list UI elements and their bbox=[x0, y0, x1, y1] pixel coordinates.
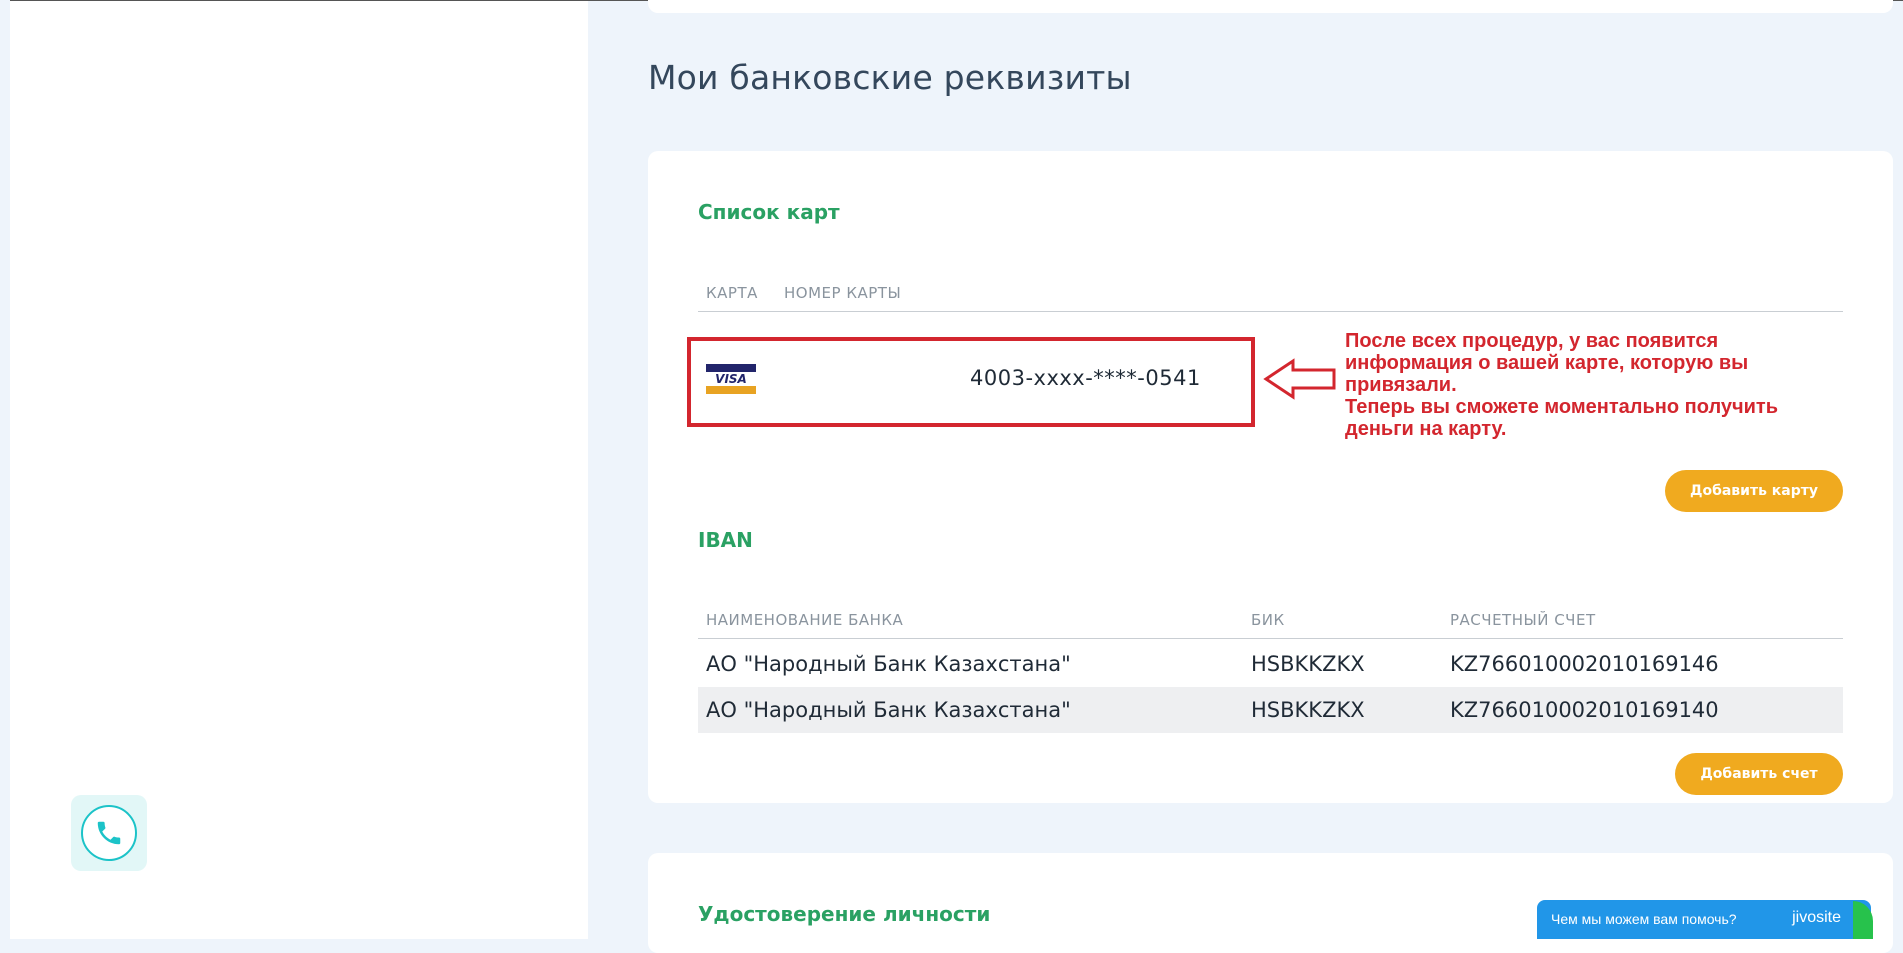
iban-table-divider bbox=[698, 638, 1843, 639]
annotation-line: деньги на карту. bbox=[1345, 418, 1507, 440]
column-header-card-number: НОМЕР КАРТЫ bbox=[784, 284, 902, 302]
left-arrow-icon bbox=[1263, 358, 1336, 400]
column-header-card: КАРТА bbox=[706, 284, 758, 302]
identity-section-title: Удостоверение личности bbox=[698, 902, 991, 926]
iban-section-title: IBAN bbox=[698, 528, 753, 552]
annotation-line: После всех процедур, у вас появится bbox=[1345, 330, 1719, 352]
account-cell: KZ766010002010169146 bbox=[1450, 652, 1719, 676]
phone-button[interactable] bbox=[81, 805, 137, 861]
table-row[interactable]: АО "Народный Банк Казахстана" HSBKKZKX K… bbox=[698, 641, 1843, 687]
bank-name-cell: АО "Народный Банк Казахстана" bbox=[706, 652, 1071, 676]
cards-section-title: Список карт bbox=[698, 200, 840, 224]
add-account-button[interactable]: Добавить счет bbox=[1675, 753, 1843, 795]
chat-widget[interactable]: Чем мы можем вам помочь? jivosite bbox=[1537, 900, 1871, 939]
add-card-button[interactable]: Добавить карту bbox=[1665, 470, 1843, 512]
callback-widget[interactable] bbox=[71, 795, 147, 871]
table-row[interactable]: АО "Народный Банк Казахстана" HSBKKZKX K… bbox=[698, 687, 1843, 733]
previous-card bbox=[648, 0, 1893, 13]
phone-icon bbox=[97, 821, 121, 845]
cards-table-divider bbox=[698, 311, 1843, 312]
bic-cell: HSBKKZKX bbox=[1251, 698, 1365, 722]
annotation-line: информация о вашей карте, которую вы bbox=[1345, 352, 1749, 374]
visa-logo-icon: VISA bbox=[706, 364, 756, 394]
card-number: 4003-xxxx-****-0541 bbox=[970, 366, 1201, 390]
left-edge bbox=[0, 0, 10, 939]
bank-name-cell: АО "Народный Банк Казахстана" bbox=[706, 698, 1071, 722]
page-title: Мои банковские реквизиты bbox=[648, 58, 1132, 97]
annotation-line: привязали. bbox=[1345, 374, 1457, 396]
account-cell: KZ766010002010169140 bbox=[1450, 698, 1719, 722]
visa-brand-text: VISA bbox=[715, 372, 747, 386]
chat-brand-logo: jivosite bbox=[1792, 909, 1841, 926]
annotation-line: Теперь вы сможете моментально получить bbox=[1345, 396, 1779, 418]
column-header-account: РАСЧЕТНЫЙ СЧЕТ bbox=[1450, 611, 1596, 629]
chat-prompt: Чем мы можем вам помочь? bbox=[1551, 911, 1737, 927]
column-header-bank-name: НАИМЕНОВАНИЕ БАНКА bbox=[706, 611, 904, 629]
column-header-bic: БИК bbox=[1251, 611, 1285, 629]
annotation-text: После всех процедур, у вас появится инфо… bbox=[1345, 330, 1825, 440]
bic-cell: HSBKKZKX bbox=[1251, 652, 1365, 676]
